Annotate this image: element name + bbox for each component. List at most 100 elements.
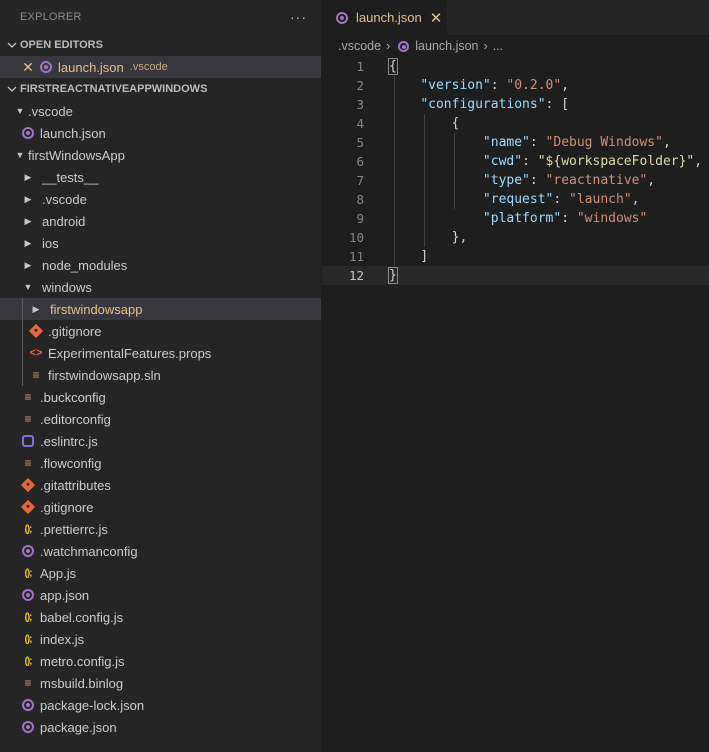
tree-item-label: __tests__	[42, 169, 99, 185]
open-brace: {	[388, 58, 398, 75]
breadcrumb-file[interactable]: launch.json	[415, 39, 478, 53]
code-line-11: 11 ]	[322, 247, 709, 266]
json-key: "type"	[482, 173, 530, 188]
open-editors-header[interactable]: OPEN EDITORS	[0, 34, 321, 56]
tree-item-label: .gitignore	[40, 499, 94, 515]
tree-item-label: app.json	[40, 587, 90, 603]
line-number: 5	[356, 135, 364, 150]
json-string: "reactnative"	[545, 173, 648, 188]
chevron-right-icon: ▶	[24, 237, 32, 248]
tab-bar: launch.json ✕	[322, 0, 709, 35]
chevron-down-icon	[4, 40, 20, 50]
breadcrumb-folder[interactable]: .vscode	[338, 39, 381, 53]
tree-item-label: App.js	[40, 565, 77, 581]
tree-folder-firstwindowsapp-inner[interactable]: ▶ firstwindowsapp	[0, 298, 321, 320]
line-number: 7	[356, 173, 364, 188]
json-file-icon	[38, 56, 54, 78]
code-line-8: 8 "request": "launch",	[322, 190, 709, 209]
json-key: "request"	[482, 192, 554, 207]
tree-item-label: firstwindowsapp	[50, 301, 143, 317]
tab-label: launch.json	[356, 10, 422, 25]
tree-folder-tests[interactable]: ▶ __tests__	[0, 166, 321, 188]
tree-item-label: .watchmanconfig	[40, 543, 138, 559]
json-file-icon	[20, 122, 36, 144]
text-file-icon: ≡	[24, 412, 32, 426]
tree-file-gitattributes[interactable]: .gitattributes	[0, 474, 321, 496]
close-brace: }	[388, 267, 398, 284]
tree-file-launch-json[interactable]: launch.json	[0, 122, 321, 144]
js-file-icon: ();	[24, 611, 33, 623]
indent-guide	[22, 342, 23, 364]
json-key: "configurations"	[420, 97, 546, 112]
chevron-right-icon: ›	[386, 39, 391, 53]
tree-file-editorconfig[interactable]: ≡ .editorconfig	[0, 408, 321, 430]
code-editor[interactable]: 1 { 2 "version": "0.2.0", 3 "configurati…	[322, 57, 709, 285]
tree-file-flowconfig[interactable]: ≡ .flowconfig	[0, 452, 321, 474]
tree-file-package-lock[interactable]: package-lock.json	[0, 694, 321, 716]
json-key: "platform"	[482, 211, 562, 226]
tab-launch-json[interactable]: launch.json ✕	[322, 0, 447, 35]
tree-folder-android[interactable]: ▶ android	[0, 210, 321, 232]
tree-item-label: ios	[42, 235, 59, 251]
chevron-down-icon	[4, 84, 20, 94]
json-file-icon	[395, 35, 411, 57]
tree-item-label: .flowconfig	[40, 455, 102, 471]
json-file-icon	[334, 7, 350, 29]
line-number: 4	[356, 116, 364, 131]
close-icon[interactable]: ✕	[20, 59, 36, 76]
tree-folder-node-modules[interactable]: ▶ node_modules	[0, 254, 321, 276]
tree-item-label: firstWindowsApp	[28, 147, 125, 163]
json-key: "cwd"	[482, 154, 523, 169]
json-key: "version"	[420, 78, 491, 93]
chevron-down-icon: ▼	[15, 106, 25, 116]
tree-item-label: .vscode	[28, 103, 73, 119]
tree-item-label: .vscode	[42, 191, 87, 207]
tree-folder-ios[interactable]: ▶ ios	[0, 232, 321, 254]
tree-file-app-json[interactable]: app.json	[0, 584, 321, 606]
workspace-header[interactable]: FIRSTREACTNATIVEAPPWINDOWS	[0, 78, 321, 100]
close-icon[interactable]: ✕	[430, 9, 443, 27]
tree-file-app-js[interactable]: (); App.js	[0, 562, 321, 584]
tree-file-babel-config[interactable]: (); babel.config.js	[0, 606, 321, 628]
tree-file-package-json[interactable]: package.json	[0, 716, 321, 738]
tree-item-label: .prettierrc.js	[40, 521, 108, 537]
chevron-right-icon: ▶	[24, 259, 32, 270]
tree-file-watchmanconfig[interactable]: .watchmanconfig	[0, 540, 321, 562]
tree-file-gitignore[interactable]: .gitignore	[0, 496, 321, 518]
tree-item-label: babel.config.js	[40, 609, 124, 625]
tree-file-eslintrc[interactable]: .eslintrc.js	[0, 430, 321, 452]
js-file-icon: ();	[24, 523, 33, 535]
tree-folder-vscode-inner[interactable]: ▶ .vscode	[0, 188, 321, 210]
tree-file-index-js[interactable]: (); index.js	[0, 628, 321, 650]
json-string: "Debug Windows"	[545, 135, 663, 150]
file-tree: ▼ .vscode launch.json ▼ firstWindowsApp …	[0, 100, 321, 738]
tree-folder-firstwindowsapp[interactable]: ▼ firstWindowsApp	[0, 144, 321, 166]
tree-file-prettierrc[interactable]: (); .prettierrc.js	[0, 518, 321, 540]
json-file-icon	[20, 540, 36, 562]
js-file-icon: ();	[24, 633, 33, 645]
tree-item-label: ExperimentalFeatures.props	[48, 345, 212, 361]
git-file-icon	[28, 320, 44, 342]
tree-file-msbuild-binlog[interactable]: ≡ msbuild.binlog	[0, 672, 321, 694]
tree-item-label: package.json	[40, 719, 117, 735]
code-line-6: 6 "cwd": "${workspaceFolder}",	[322, 152, 709, 171]
line-number: 3	[356, 97, 364, 112]
tree-folder-vscode[interactable]: ▼ .vscode	[0, 100, 321, 122]
tree-file-gitignore-inner[interactable]: .gitignore	[0, 320, 321, 342]
tree-file-metro-config[interactable]: (); metro.config.js	[0, 650, 321, 672]
open-editor-item[interactable]: ✕ launch.json .vscode	[0, 56, 321, 78]
chevron-right-icon: ▶	[24, 215, 32, 226]
tree-item-label: node_modules	[42, 257, 128, 273]
open-editor-description: .vscode	[129, 61, 168, 73]
more-actions-icon[interactable]: ···	[290, 9, 307, 25]
tree-item-label: .gitignore	[48, 323, 102, 339]
breadcrumb-tail[interactable]: ...	[493, 39, 503, 53]
tree-file-buckconfig[interactable]: ≡ .buckconfig	[0, 386, 321, 408]
open-editor-name: launch.json	[58, 59, 124, 75]
chevron-down-icon: ▼	[23, 282, 33, 292]
tree-file-sln[interactable]: ≡ firstwindowsapp.sln	[0, 364, 321, 386]
tree-item-label: index.js	[40, 631, 85, 647]
tree-file-experimental-features[interactable]: <> ExperimentalFeatures.props	[0, 342, 321, 364]
line-number: 12	[348, 268, 364, 283]
tree-folder-windows[interactable]: ▼ windows	[0, 276, 321, 298]
